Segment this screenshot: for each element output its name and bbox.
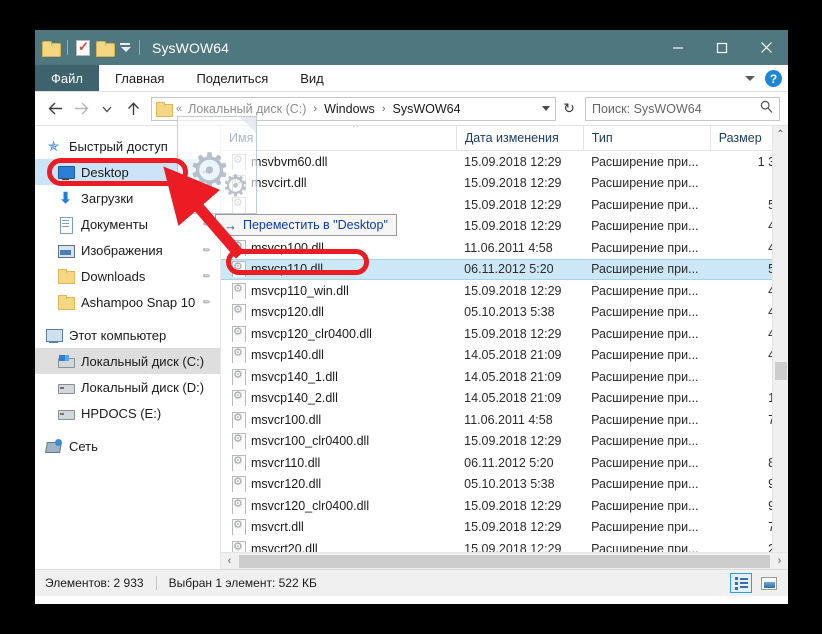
annotation-arrow: [163, 166, 245, 259]
screenshot-root: SysWOW64 Файл Главная Поделиться Вид: [0, 0, 822, 634]
